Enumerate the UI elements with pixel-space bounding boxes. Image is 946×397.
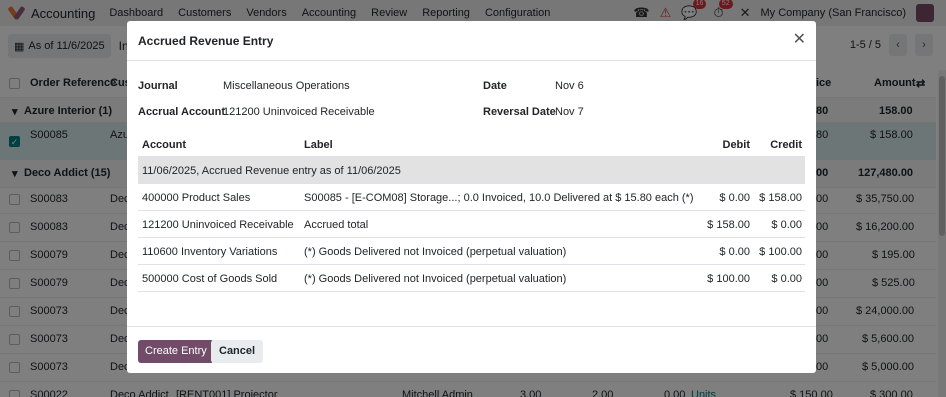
dialog-header: Accrued Revenue Entry [127, 21, 816, 61]
dialog-title: Accrued Revenue Entry [138, 33, 274, 48]
reversal-date-label: Reversal Date [483, 106, 556, 118]
create-entry-button[interactable]: Create Entry [138, 340, 214, 363]
journal-label: Journal [138, 80, 178, 92]
line-debit: $ 158.00 [707, 219, 750, 231]
dialog-footer: Create Entry Cancel [127, 326, 816, 373]
accrual-account-label: Accrual Account [138, 106, 226, 118]
col-label: Label [304, 139, 333, 151]
accrual-account-field[interactable]: 121200 Uninvoiced Receivable [223, 106, 375, 118]
section-label: 11/06/2025, Accrued Revenue entry as of … [142, 165, 401, 177]
col-account: Account [142, 139, 186, 151]
line-account: 400000 Product Sales [142, 192, 251, 204]
line-account: 110600 Inventory Variations [142, 246, 278, 258]
line-label: (*) Goods Delivered not Invoiced (perpet… [304, 273, 567, 285]
date-field[interactable]: Nov 6 [555, 80, 584, 92]
section-row: 11/06/2025, Accrued Revenue entry as of … [138, 157, 805, 184]
line-label: S00085 - [E-COM08] Storage...; 0.0 Invoi… [304, 192, 694, 204]
line-account: 500000 Cost of Goods Sold [142, 273, 278, 285]
journal-line[interactable]: 121200 Uninvoiced Receivable Accrued tot… [138, 211, 805, 238]
line-credit: $ 0.00 [771, 219, 802, 231]
accrued-revenue-dialog: Accrued Revenue Entry ✕ Journal Miscella… [127, 21, 816, 373]
journal-line[interactable]: 400000 Product Sales S00085 - [E-COM08] … [138, 184, 805, 211]
col-debit: Debit [722, 139, 751, 151]
line-debit: $ 0.00 [719, 246, 750, 258]
line-account: 121200 Uninvoiced Receivable [142, 219, 294, 231]
journal-line[interactable]: 110600 Inventory Variations (*) Goods De… [138, 238, 805, 265]
line-debit: $ 0.00 [719, 192, 750, 204]
line-label: Accrued total [304, 219, 369, 231]
close-icon[interactable]: ✕ [793, 32, 806, 48]
col-credit: Credit [770, 139, 802, 151]
line-credit: $ 100.00 [759, 246, 802, 258]
date-label: Date [483, 80, 507, 92]
journal-field[interactable]: Miscellaneous Operations [223, 80, 350, 92]
reversal-date-field[interactable]: Nov 7 [555, 106, 584, 118]
lines-header: Account Label Debit Credit [138, 131, 805, 157]
line-credit: $ 158.00 [759, 192, 802, 204]
cancel-button[interactable]: Cancel [211, 340, 264, 363]
line-credit: $ 0.00 [771, 273, 802, 285]
journal-line[interactable]: 500000 Cost of Goods Sold (*) Goods Deli… [138, 265, 805, 292]
line-debit: $ 100.00 [707, 273, 750, 285]
line-label: (*) Goods Delivered not Invoiced (perpet… [304, 246, 567, 258]
